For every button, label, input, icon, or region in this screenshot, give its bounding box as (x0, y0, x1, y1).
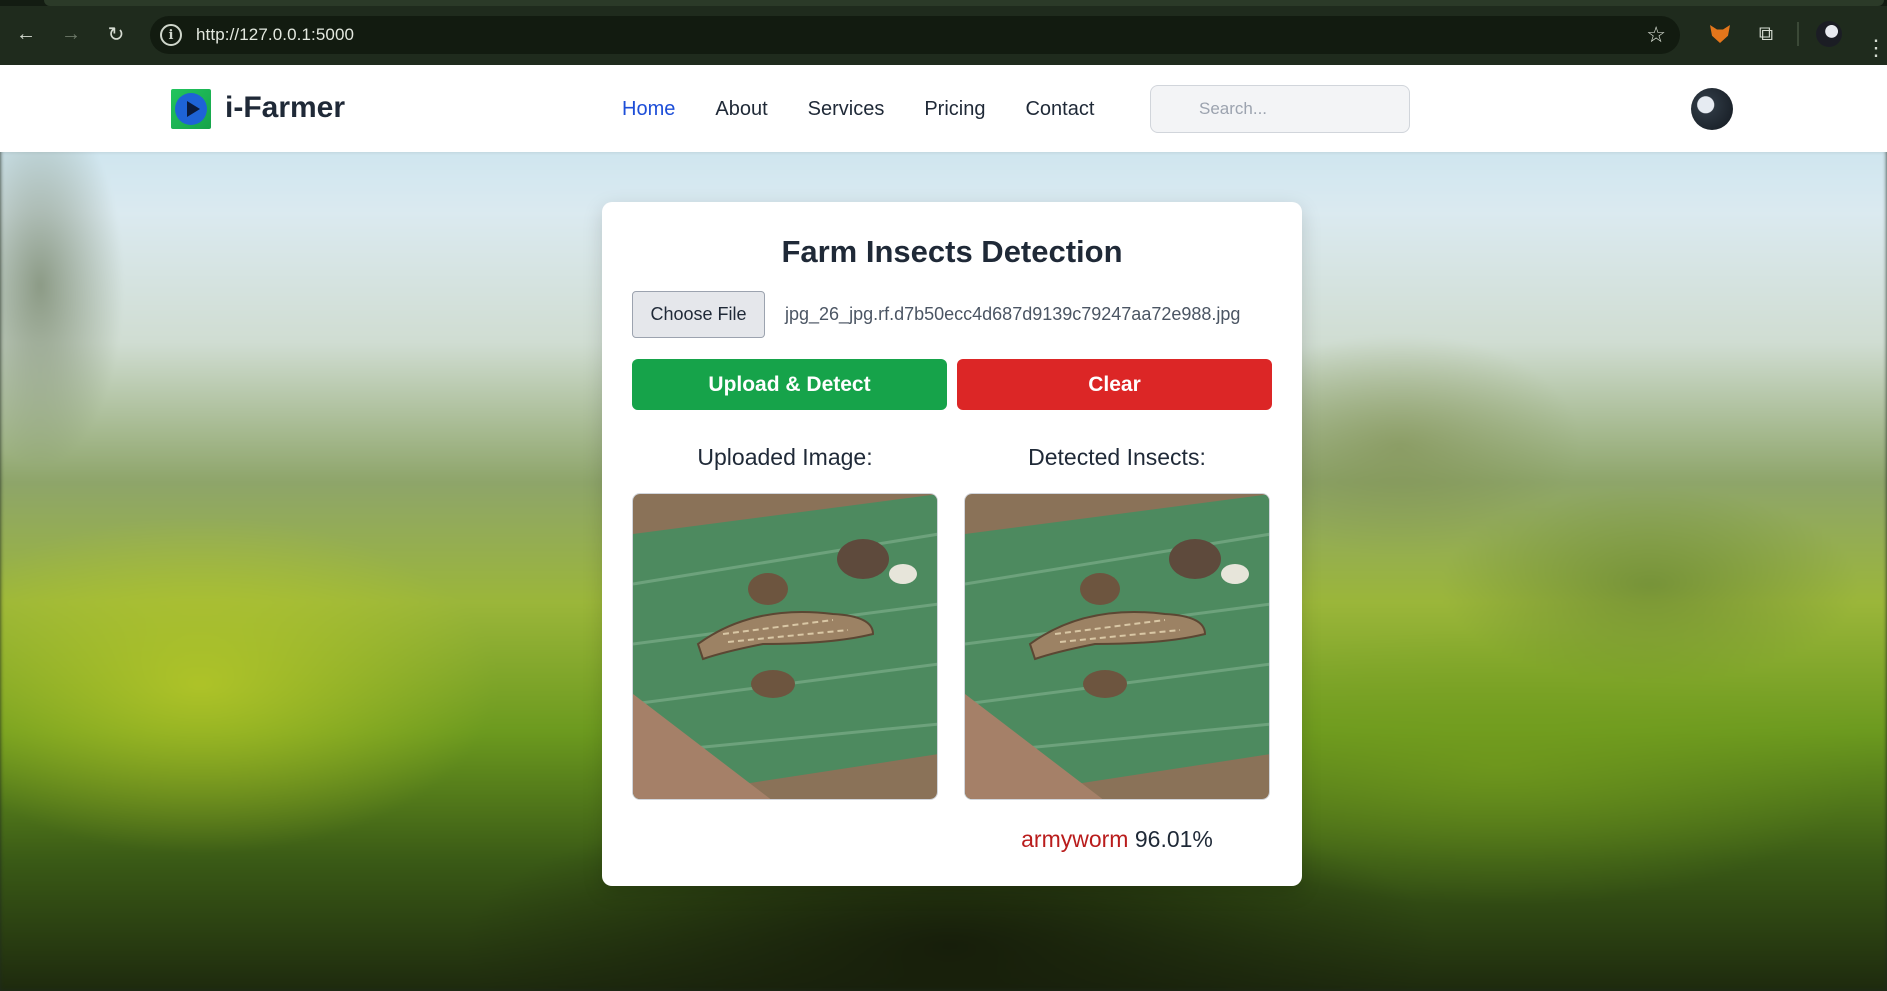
bookmark-star-icon[interactable]: ☆ (1646, 22, 1666, 48)
nav-contact[interactable]: Contact (1025, 98, 1094, 121)
nav-home[interactable]: Home (622, 98, 675, 121)
search-input[interactable] (1150, 85, 1410, 133)
profile-avatar-icon[interactable] (1814, 19, 1844, 49)
nav-services[interactable]: Services (808, 98, 885, 121)
nav-about[interactable]: About (715, 98, 767, 121)
main-menu: Home About Services Pricing Contact (622, 98, 1134, 121)
nav-pricing[interactable]: Pricing (924, 98, 985, 121)
forward-arrow-icon[interactable]: → (57, 20, 85, 48)
detected-insects-label: Detected Insects: (1028, 444, 1206, 470)
result-insect-name: armyworm (1021, 826, 1129, 852)
user-avatar[interactable] (1691, 88, 1733, 130)
site-navbar: i-Farmer Home About Services Pricing Con… (0, 65, 1887, 152)
result-confidence: 96.01% (1134, 826, 1213, 852)
brand-logo-icon[interactable] (171, 89, 211, 129)
uploaded-image (632, 493, 938, 800)
reload-icon[interactable]: ↻ (102, 20, 130, 48)
clear-button[interactable]: Clear (957, 359, 1272, 410)
detected-insects-image (964, 493, 1270, 800)
toolbar-divider (1797, 22, 1799, 46)
choose-file-button[interactable]: Choose File (632, 291, 765, 338)
extensions-puzzle-icon[interactable]: ⧉ (1751, 19, 1781, 49)
url-text[interactable]: http://127.0.0.1:5000 (196, 25, 354, 45)
detection-result: armyworm 96.01% (964, 826, 1270, 853)
address-bar[interactable]: i http://127.0.0.1:5000 ☆ (150, 16, 1680, 54)
page: i-Farmer Home About Services Pricing Con… (0, 65, 1887, 991)
selected-file-name: jpg_26_jpg.rf.d7b50ecc4d687d9139c79247aa… (785, 304, 1241, 324)
site-info-icon[interactable]: i (160, 24, 182, 46)
page-title: Farm Insects Detection (781, 234, 1123, 269)
file-input-row: Choose File jpg_26_jpg.rf.d7b50ecc4d687d… (632, 291, 1240, 338)
tab-strip (0, 0, 1887, 6)
browser-chrome: ← → ↻ i http://127.0.0.1:5000 ☆ ⧉ ⋮ (0, 0, 1887, 65)
uploaded-image-label: Uploaded Image: (697, 444, 873, 470)
upload-detect-button[interactable]: Upload & Detect (632, 359, 947, 410)
metamask-fox-icon[interactable] (1705, 19, 1735, 49)
detection-card: Farm Insects Detection Choose File jpg_2… (602, 202, 1302, 886)
kebab-menu-icon[interactable]: ⋮ (1861, 33, 1887, 63)
brand-name[interactable]: i-Farmer (225, 91, 345, 125)
back-arrow-icon[interactable]: ← (12, 20, 40, 48)
active-tab[interactable] (44, 0, 1884, 6)
